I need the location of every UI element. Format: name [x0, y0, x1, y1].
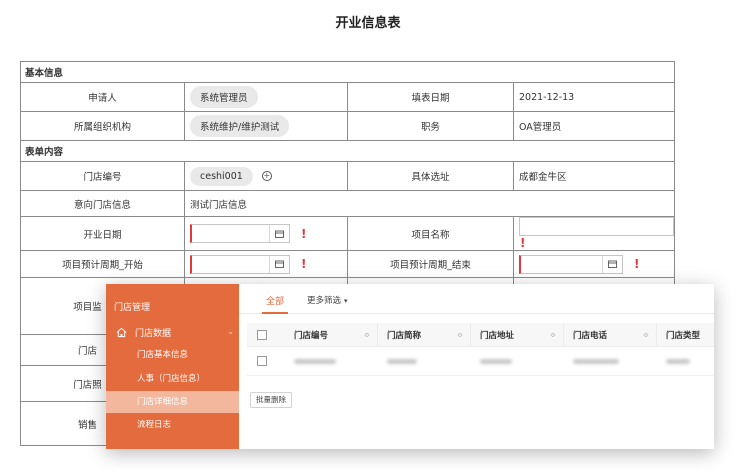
period-end-label: 项目预计周期_结束: [347, 250, 514, 278]
required-mark: !: [634, 257, 640, 271]
sidebar-item-hr[interactable]: 人事（门店信息）: [106, 368, 239, 390]
sidebar-item-store-basic-info[interactable]: 门店基本信息: [106, 344, 239, 366]
page-title: 开业信息表: [335, 16, 401, 31]
section-form-content: 表单内容: [19, 140, 676, 162]
required-mark: !: [520, 236, 526, 250]
blurred-cell: [657, 347, 714, 375]
column-header[interactable]: 门店电话 ≎: [564, 323, 657, 346]
project-name-input[interactable]: [519, 217, 674, 236]
active-tab-indicator: [262, 312, 288, 314]
project-name-label: 项目名称: [347, 216, 514, 251]
org-label: 所属组织机构: [20, 111, 185, 141]
sidebar: 门店管理 门店数据 ⌄ 门店基本信息 人事（门店信息） 门店详细信息 流程日志: [106, 284, 239, 449]
intent-label: 意向门店信息: [20, 190, 185, 217]
table-row[interactable]: [247, 347, 714, 376]
calendar-icon[interactable]: [269, 225, 289, 242]
content-area: 全部 更多筛选 ▾ 门店编号 ≎ 门店简称 ≎ 门店地址 ≎ 门店电话 ≎ 门店类型 批量…: [239, 284, 714, 449]
blurred-cell: [471, 347, 564, 375]
filter-tabs: 全部 更多筛选 ▾: [239, 284, 714, 314]
period-end-input[interactable]: [519, 254, 623, 274]
sidebar-title: 门店管理: [114, 303, 151, 313]
batch-delete-button[interactable]: 批量删除: [250, 392, 292, 408]
home-icon: [116, 327, 127, 337]
sidebar-item-process-log[interactable]: 流程日志: [106, 414, 239, 436]
column-header[interactable]: 门店地址 ≎: [471, 323, 564, 346]
tab-all[interactable]: 全部: [266, 294, 284, 307]
row-checkbox[interactable]: [257, 356, 267, 366]
sidebar-group-label: 门店数据: [135, 328, 172, 339]
caret-down-icon: ▾: [344, 297, 348, 305]
address-value: 成都金牛区: [512, 161, 676, 191]
column-header[interactable]: 门店简称 ≎: [378, 323, 471, 346]
fill-date-value: 2021-12-13: [512, 82, 676, 112]
chevron-down-icon: ⌄: [227, 327, 234, 336]
calendar-icon[interactable]: [269, 255, 289, 273]
blurred-cell: [285, 347, 378, 375]
open-date-label: 开业日期: [20, 216, 185, 251]
period-start-input[interactable]: [190, 254, 290, 274]
open-date-input[interactable]: [190, 224, 290, 243]
applicant-label: 申请人: [20, 82, 185, 112]
applicant-chip[interactable]: 系统管理员: [190, 86, 258, 108]
blurred-cell: [378, 347, 471, 375]
column-header[interactable]: 门店编号 ≎: [285, 323, 378, 346]
address-label: 具体选址: [347, 161, 514, 191]
table-header: 门店编号 ≎ 门店简称 ≎ 门店地址 ≎ 门店电话 ≎ 门店类型: [247, 323, 714, 347]
intent-value: 测试门店信息: [183, 190, 676, 217]
add-plus-icon[interactable]: +: [261, 171, 272, 181]
more-filters-dropdown[interactable]: 更多筛选 ▾: [307, 294, 348, 306]
org-chip[interactable]: 系统维护/维护测试: [190, 115, 290, 137]
calendar-icon[interactable]: [602, 255, 622, 273]
sort-icon[interactable]: ≎: [364, 331, 370, 339]
store-no-label: 门店编号: [20, 161, 185, 191]
select-all-checkbox[interactable]: [257, 329, 267, 340]
sidebar-group-store-data[interactable]: 门店数据 ⌄: [116, 325, 238, 339]
store-no-chip[interactable]: ceshi001: [190, 166, 253, 186]
sort-icon[interactable]: ≎: [457, 331, 463, 339]
period-start-label: 项目预计周期_开始: [20, 250, 185, 278]
required-mark: !: [301, 257, 307, 271]
position-label: 职务: [347, 111, 514, 141]
sort-icon[interactable]: ≎: [643, 331, 649, 339]
sidebar-item-store-details[interactable]: 门店详细信息: [106, 391, 239, 413]
required-mark: !: [301, 226, 307, 241]
column-header[interactable]: 门店类型: [657, 323, 714, 346]
section-basic-info: 基本信息: [19, 61, 676, 83]
blurred-cell: [564, 347, 657, 375]
store-management-panel: 门店管理 门店数据 ⌄ 门店基本信息 人事（门店信息） 门店详细信息 流程日志 …: [106, 284, 714, 449]
position-value: OA管理员: [512, 111, 676, 141]
sort-icon[interactable]: ≎: [550, 331, 556, 339]
fill-date-label: 填表日期: [347, 82, 514, 112]
